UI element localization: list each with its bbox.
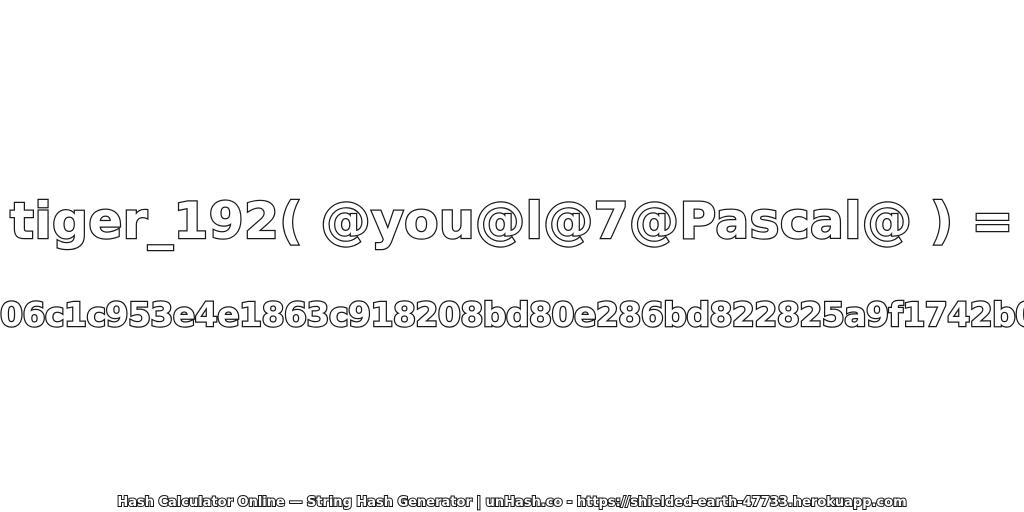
- hash-output: 06c1c953e4e1863c918208bd80e286bd822825a9…: [0, 294, 1024, 336]
- hash-result-card: tiger_192( @you@l@7@Pascal@ ) = 06c1c953…: [0, 0, 1024, 512]
- hash-expression: tiger_192( @you@l@7@Pascal@ ) =: [9, 191, 1015, 252]
- footer-credit: Hash Calculator Online — String Hash Gen…: [116, 494, 907, 511]
